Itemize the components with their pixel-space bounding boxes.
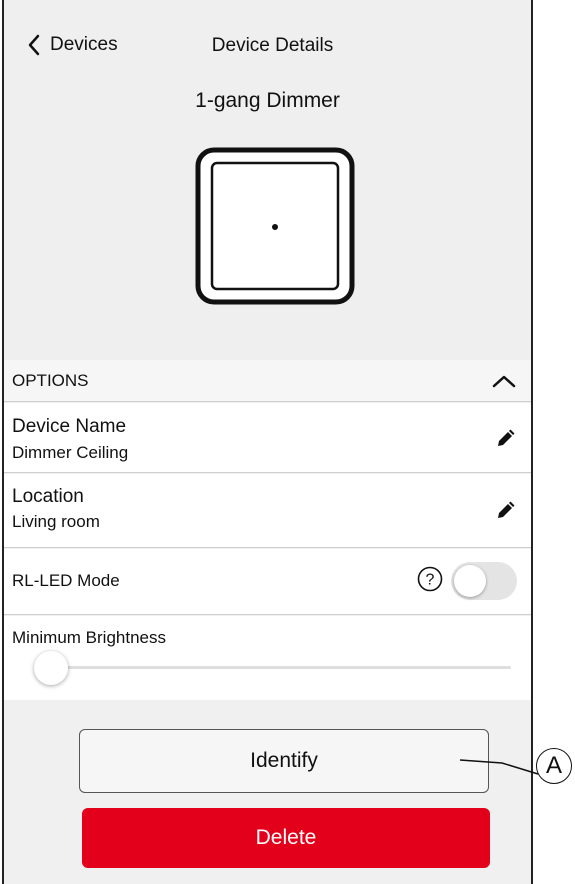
chevron-up-icon[interactable] <box>491 372 517 390</box>
options-header[interactable]: OPTIONS <box>4 360 531 402</box>
device-name-label: Device Name <box>12 416 127 437</box>
page-title: Device Details <box>211 35 334 56</box>
phone-screen: Devices Device Details 1-gang Dimmer OPT… <box>2 0 533 884</box>
svg-text:?: ? <box>426 572 435 589</box>
minimum-brightness-label: Minimum Brightness <box>12 628 166 647</box>
minimum-brightness-row: Minimum Brightness <box>4 616 531 700</box>
help-icon[interactable]: ? <box>417 566 443 592</box>
device-name-value: Dimmer Ceiling <box>12 443 129 462</box>
location-value: Living room <box>12 512 100 531</box>
rl-led-mode-row: RL-LED Mode ? <box>4 549 531 615</box>
delete-button[interactable]: Delete <box>82 808 490 868</box>
device-type: 1-gang Dimmer <box>195 89 340 112</box>
location-label: Location <box>12 486 84 507</box>
brightness-slider-track[interactable] <box>40 666 511 669</box>
device-dimmer-icon <box>195 147 355 305</box>
toggle-knob <box>454 565 486 597</box>
rl-led-mode-label: RL-LED Mode <box>12 571 120 590</box>
pencil-icon[interactable] <box>495 501 515 521</box>
options-label: OPTIONS <box>12 371 89 390</box>
device-name-row[interactable]: Device Name Dimmer Ceiling <box>4 403 531 473</box>
identify-button[interactable]: Identify <box>79 729 489 793</box>
rl-led-mode-toggle[interactable] <box>451 562 517 600</box>
pencil-icon[interactable] <box>495 429 515 449</box>
header: Devices Device Details 1-gang Dimmer <box>4 0 531 360</box>
location-row[interactable]: Location Living room <box>4 474 531 548</box>
brightness-slider-thumb[interactable] <box>34 651 68 685</box>
callout-marker: A <box>536 748 572 784</box>
callout-leader-line <box>460 759 539 775</box>
